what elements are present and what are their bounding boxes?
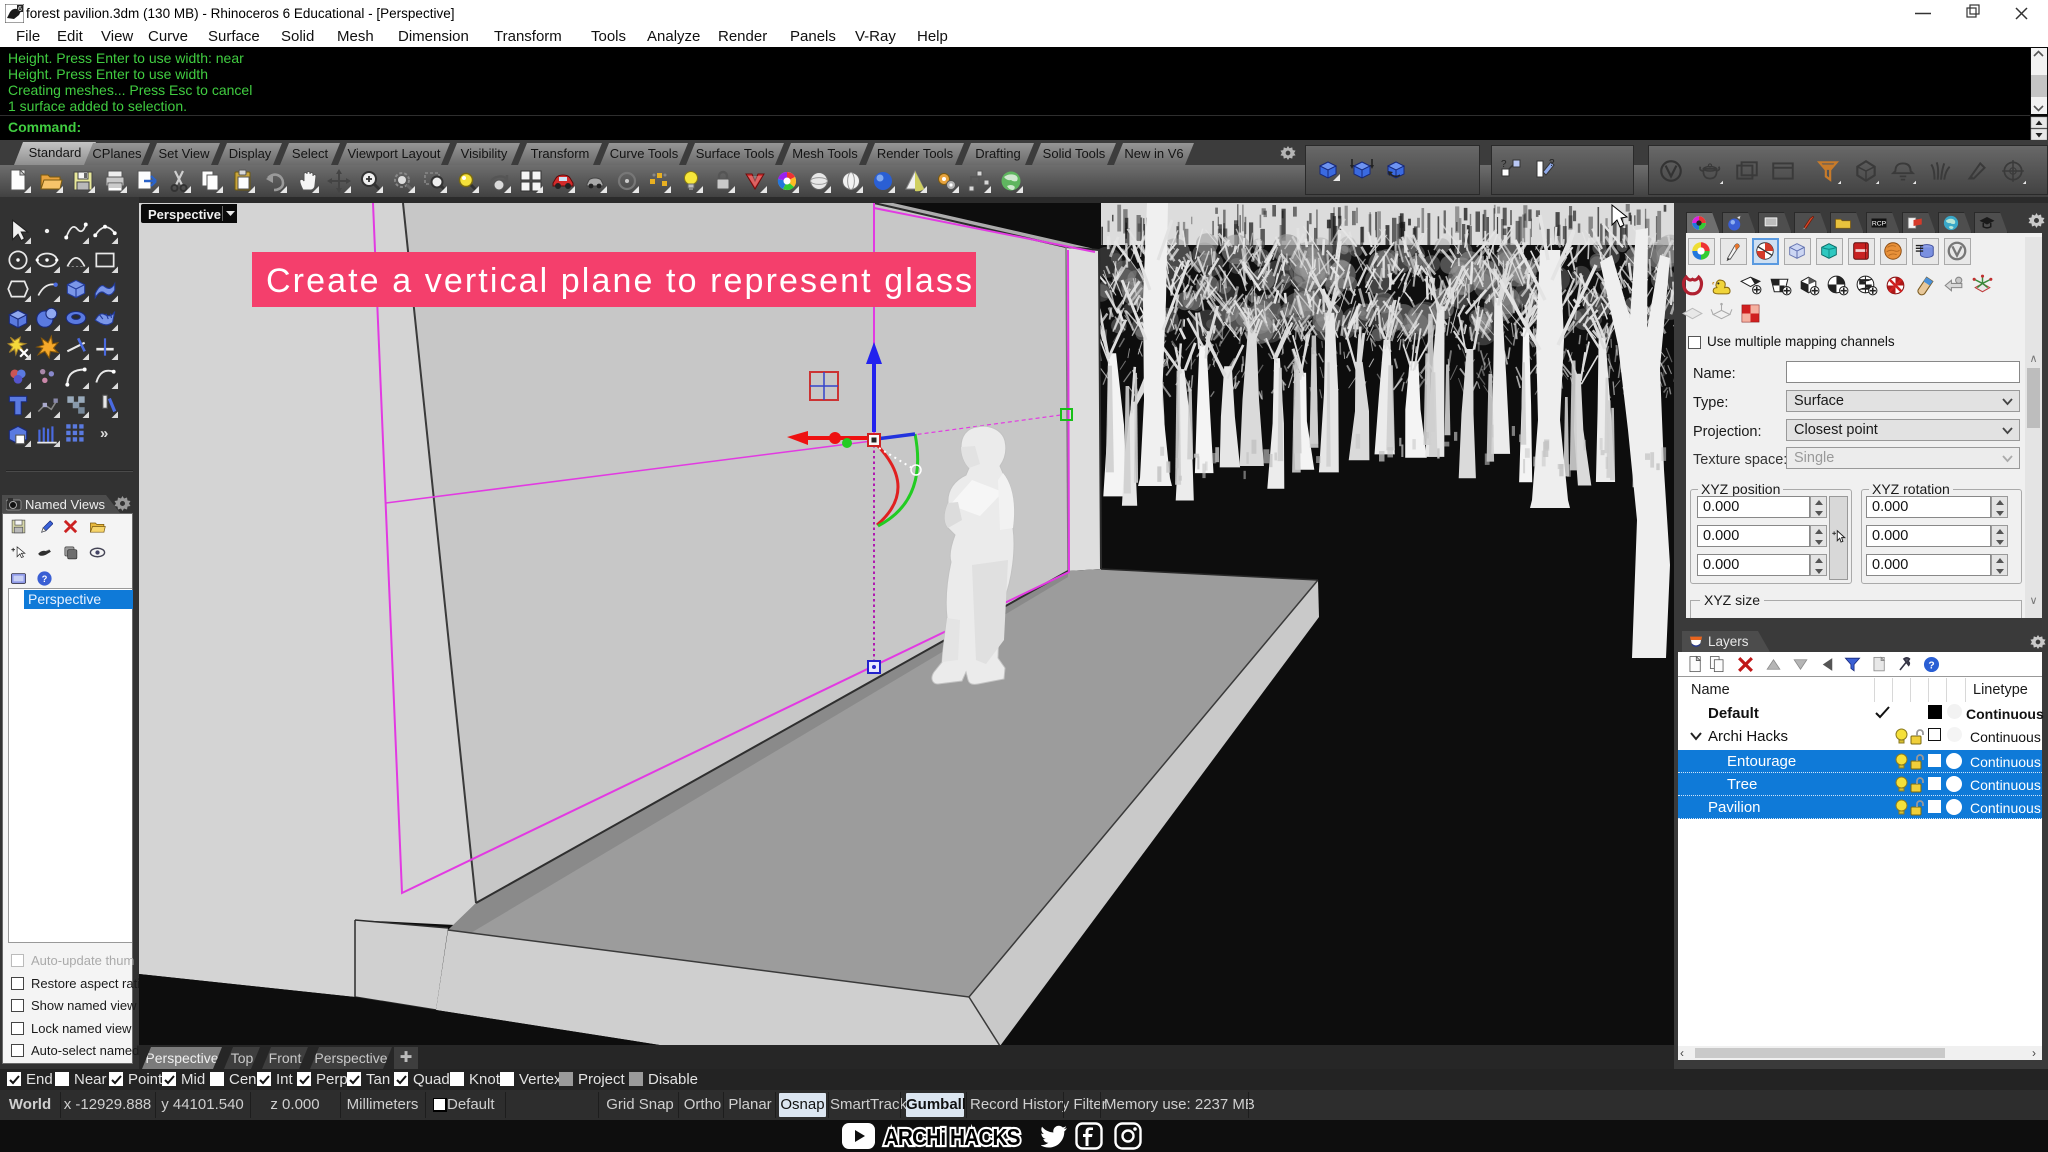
svg-text:?: ? (1549, 158, 1555, 169)
svg-text:?: ? (1501, 159, 1507, 170)
svg-text:RCP: RCP (1872, 221, 1887, 228)
svg-text:?: ? (1928, 660, 1934, 671)
svg-text:ARCHi HACKS: ARCHi HACKS (884, 1124, 1020, 1150)
svg-text:?: ? (42, 574, 48, 584)
svg-text:Perspective: Perspective (148, 207, 221, 222)
svg-text:Create a vertical plane to rep: Create a vertical plane to represent gla… (266, 262, 974, 300)
svg-text:6: 6 (18, 6, 22, 13)
